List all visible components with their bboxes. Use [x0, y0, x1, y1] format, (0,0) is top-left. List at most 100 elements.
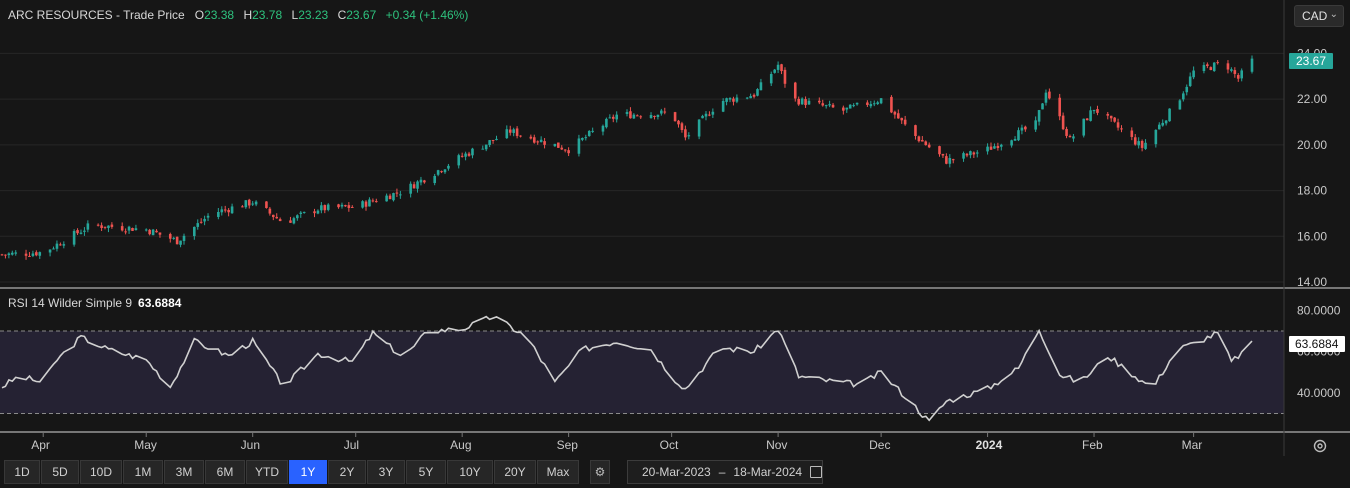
price-tick-label: 14.00: [1297, 275, 1327, 289]
candle-body: [1096, 109, 1099, 113]
range-button-1d[interactable]: 1D: [4, 460, 40, 484]
candle-body: [103, 226, 107, 228]
candle-body: [120, 226, 124, 231]
candle-body: [313, 211, 316, 214]
candle-body: [271, 214, 275, 218]
candle-body: [1230, 69, 1233, 71]
price-pane[interactable]: [0, 36, 1284, 288]
chart-canvas[interactable]: 14.0016.0018.0020.0022.0024.00 23.67 40.…: [0, 0, 1350, 488]
candle-body: [708, 114, 711, 116]
candle-body: [1010, 140, 1013, 146]
candle-body: [175, 236, 179, 245]
candle-body: [62, 244, 66, 246]
candle-body: [131, 227, 134, 231]
chart-settings-icon[interactable]: [1312, 438, 1328, 454]
candle-body: [385, 195, 388, 202]
candle-body: [495, 138, 498, 141]
candle-body: [1188, 76, 1192, 87]
candle-body: [917, 136, 921, 142]
candle-body: [807, 100, 811, 105]
candle-body: [1140, 141, 1144, 148]
candle-body: [48, 249, 52, 253]
candle-body: [900, 117, 904, 121]
candle-body: [581, 137, 584, 140]
range-button-3m[interactable]: 3M: [164, 460, 204, 484]
price-tick-label: 16.00: [1297, 229, 1327, 243]
candle-body: [127, 226, 131, 231]
candle-body: [584, 137, 588, 139]
candle-body: [265, 201, 268, 208]
candle-body: [168, 234, 172, 239]
candle-body: [440, 171, 443, 173]
candle-body: [680, 123, 684, 131]
range-button-20y[interactable]: 20Y: [494, 460, 536, 484]
candle-body: [241, 206, 244, 208]
candle-body: [223, 209, 227, 211]
candle-body: [55, 243, 59, 249]
gear-icon[interactable]: ⚙: [590, 460, 610, 484]
candle-body: [1137, 141, 1140, 146]
range-button-5y[interactable]: 5Y: [406, 460, 446, 484]
candle-body: [0, 254, 4, 256]
time-tick-label: Oct: [660, 438, 679, 452]
candle-body: [945, 156, 948, 164]
candle-body: [636, 115, 639, 117]
date-separator: –: [718, 465, 726, 479]
candle-body: [1116, 122, 1120, 128]
candle-body: [464, 153, 467, 157]
candle-body: [35, 252, 38, 256]
candle-body: [292, 218, 296, 224]
candle-body: [244, 200, 248, 208]
candle-body: [1202, 65, 1206, 71]
candle-body: [350, 206, 354, 208]
candle-body: [828, 104, 831, 106]
candle-body: [457, 155, 461, 166]
candle-body: [107, 225, 110, 229]
candle-body: [845, 107, 849, 110]
candle-body: [639, 116, 643, 118]
candle-body: [962, 153, 965, 159]
range-button-10d[interactable]: 10D: [80, 460, 122, 484]
candle-body: [83, 230, 86, 232]
candle-body: [969, 151, 972, 156]
candle-body: [251, 203, 254, 205]
range-button-max[interactable]: Max: [537, 460, 579, 484]
range-button-3y[interactable]: 3Y: [367, 460, 405, 484]
candle-body: [1178, 100, 1182, 110]
candle-body: [323, 205, 327, 211]
date-range-picker[interactable]: 20-Mar-2023 – 18-Mar-2024: [627, 460, 823, 484]
candle-body: [1130, 130, 1134, 137]
candle-body: [728, 98, 732, 100]
candle-body: [557, 142, 560, 148]
candle-body: [965, 153, 969, 156]
candle-body: [340, 204, 344, 207]
range-button-2y[interactable]: 2Y: [328, 460, 366, 484]
candle-body: [392, 193, 395, 201]
candle-body: [1168, 108, 1171, 122]
candle-body: [4, 254, 7, 256]
candle-body: [921, 140, 924, 142]
candle-body: [725, 98, 728, 102]
time-tick-label: Apr: [31, 438, 50, 452]
candle-body: [629, 111, 632, 119]
candle-body: [505, 129, 509, 139]
range-button-ytd[interactable]: YTD: [246, 460, 288, 484]
candle-body: [124, 231, 127, 233]
candle-body: [1206, 64, 1209, 67]
candle-body: [416, 181, 419, 189]
candle-body: [1120, 128, 1123, 130]
candle-body: [924, 141, 928, 146]
candle-body: [948, 158, 952, 164]
candle-body: [732, 98, 735, 102]
range-button-1y[interactable]: 1Y: [289, 460, 327, 484]
range-button-10y[interactable]: 10Y: [447, 460, 493, 484]
range-button-1m[interactable]: 1M: [123, 460, 163, 484]
time-tick-label: Nov: [766, 438, 787, 452]
range-button-5d[interactable]: 5D: [41, 460, 79, 484]
candle-body: [989, 146, 993, 150]
candle-body: [100, 225, 103, 228]
candle-body: [842, 107, 845, 111]
range-button-6m[interactable]: 6M: [205, 460, 245, 484]
time-tick-label: May: [134, 438, 157, 452]
candle-body: [776, 64, 780, 70]
